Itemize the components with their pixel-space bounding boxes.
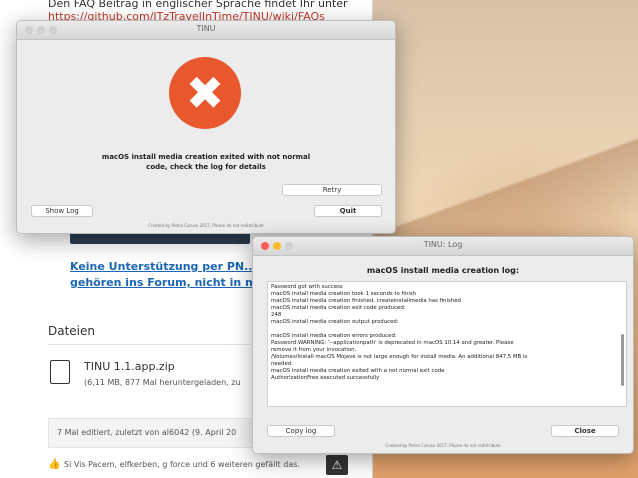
log-line: macOS install media creation took 1 seco… [271,291,417,297]
error-message-line-2: code, check the log for details [146,163,266,171]
log-scrollbar[interactable] [621,334,624,386]
log-window-titlebar: TINU: Log [253,237,633,256]
show-log-button[interactable]: Show Log [31,205,93,217]
likes-text: Si Vis Pacem, elfkerben, g force und 6 w… [64,460,300,469]
error-window-titlebar: TINU [17,21,395,40]
log-line: remove it from your invocation. [271,347,357,353]
log-line: macOS install media creation finished, c… [271,298,461,304]
log-window: TINU: Log macOS install media creation l… [252,236,634,454]
close-button[interactable]: Close [551,425,619,437]
log-line: macOS install media creation errors prod… [271,333,397,339]
error-icon: ✖ [169,57,241,129]
quit-button[interactable]: Quit [314,205,382,217]
log-text-area[interactable]: Password got with success macOS install … [267,281,627,407]
report-warning-icon[interactable]: ⚠ [326,455,348,475]
copy-log-button[interactable]: Copy log [267,425,335,437]
file-meta: (6,11 MB, 877 Mal heruntergeladen, zu [84,378,241,387]
likes-bar: 👍 Si Vis Pacem, elfkerben, g force und 6… [0,452,372,478]
error-window-title: TINU [196,24,216,33]
forum-notice-link-2[interactable]: gehören ins Forum, nicht in mein [70,276,276,289]
thumbs-up-icon[interactable]: 👍 [48,459,60,470]
error-message-line-1: macOS install media creation exited with… [101,153,311,161]
log-line: Password got with success [271,284,343,290]
error-window: TINU ✖ macOS install media creation exit… [16,20,396,234]
log-line: macOS install media creation output prod… [271,319,399,325]
log-line: needed. [271,361,293,367]
forum-notice-link-1[interactable]: Keine Unterstützung per PN... Eur [70,260,281,273]
log-window-footer: Created by Pietro Caruso 2017, Please do… [385,443,501,448]
log-line: Password:WARNING: '--applicationpath' is… [271,340,514,346]
log-window-title: TINU: Log [423,240,463,249]
log-line: AuthorizationFree executed successfully [271,375,380,381]
log-line: macOS install media creation exited with… [271,368,445,374]
error-x-icon: ✖ [185,66,225,120]
zip-file-icon [50,360,70,384]
log-line: macOS install media creation exit code p… [271,305,406,311]
retry-button[interactable]: Retry [282,184,382,196]
error-window-footer: Created by Pietro Caruso 2017, Please do… [148,223,264,228]
log-heading: macOS install media creation log: [366,266,520,275]
file-name-link[interactable]: TINU 1.1.app.zip [84,360,175,373]
section-title-files: Dateien [48,324,96,338]
log-line: /Volumes/Install macOS Mojave is not lar… [271,354,528,360]
faq-text: Den FAQ Beitrag in englischer Sprache fi… [48,0,348,10]
log-line: 248 [271,312,282,318]
